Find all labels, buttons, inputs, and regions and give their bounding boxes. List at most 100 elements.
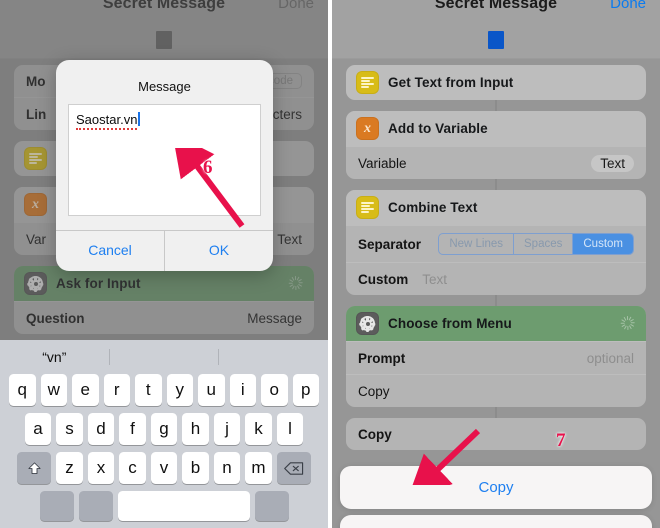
shift-key[interactable] <box>17 452 52 484</box>
emoji-key[interactable] <box>78 491 113 521</box>
key-s[interactable]: s <box>56 413 83 445</box>
mode-label: Mo <box>26 73 46 89</box>
backspace-icon <box>283 461 303 475</box>
prediction-slot-1[interactable]: “vn” <box>0 349 109 365</box>
prompt-label: Prompt <box>358 350 406 366</box>
right-navbar: Secret Message Done <box>332 0 660 22</box>
custom-row[interactable]: Custom Text <box>346 262 646 295</box>
left-navbar: Secret Message Done <box>0 0 328 22</box>
cancel-button[interactable]: Cancel <box>56 231 164 271</box>
key-v[interactable]: v <box>150 452 178 484</box>
segment-spaces[interactable]: Spaces <box>514 234 574 254</box>
copy-branch-row[interactable]: Copy <box>346 418 646 450</box>
keyboard-row-4 <box>0 491 328 521</box>
sheet-cancel-button[interactable]: Cancel <box>340 515 652 528</box>
dialog-title: Message <box>138 79 191 94</box>
add-to-variable-card[interactable]: x Add to Variable Variable Text <box>346 111 646 179</box>
separator-segmented-control[interactable]: New Lines Spaces Custom <box>438 233 634 255</box>
done-button[interactable]: Done <box>278 0 314 11</box>
key-l[interactable]: l <box>276 413 304 445</box>
variable-label: Variable <box>358 155 407 171</box>
line-label: Lin <box>26 106 47 122</box>
text-lines-icon <box>24 147 47 170</box>
key-b[interactable]: b <box>182 452 209 484</box>
action-title: Combine Text <box>388 200 478 215</box>
menu-item-label: Copy <box>358 383 390 399</box>
prediction-divider <box>218 349 220 365</box>
choose-from-menu-header[interactable]: Choose from Menu <box>346 306 646 341</box>
variable-value: Text <box>277 231 302 247</box>
key-u[interactable]: u <box>198 374 225 406</box>
key-o[interactable]: o <box>261 374 288 406</box>
custom-label: Custom <box>358 271 409 287</box>
sheet-copy-button[interactable]: Copy <box>340 466 652 509</box>
action-title: Add to Variable <box>388 121 488 136</box>
ask-for-input-card[interactable]: Ask for Input Question Message <box>14 266 314 334</box>
text-lines-icon <box>356 196 379 219</box>
right-phone-screen: Secret Message Done Get Text from Input <box>332 0 660 528</box>
question-value: Message <box>247 310 302 326</box>
key-m[interactable]: m <box>245 452 272 484</box>
copy-branch-card[interactable]: Copy <box>346 418 646 450</box>
keyboard-row-1: q w e r t y u i o p <box>0 374 328 406</box>
key-x[interactable]: x <box>87 452 115 484</box>
key-y[interactable]: y <box>166 374 193 406</box>
ok-button[interactable]: OK <box>164 231 273 271</box>
copy-branch-label: Copy <box>358 426 392 442</box>
key-i[interactable]: i <box>229 374 256 406</box>
prompt-placeholder: optional <box>586 350 634 366</box>
ask-for-input-header[interactable]: Ask for Input <box>14 266 314 301</box>
combine-text-card[interactable]: Combine Text Separator New Lines Spaces … <box>346 190 646 295</box>
choose-from-menu-card[interactable]: Choose from Menu Prompt optional Copy <box>346 306 646 407</box>
key-p[interactable]: p <box>292 374 319 406</box>
left-shortcut-icon-area <box>0 22 328 59</box>
key-e[interactable]: e <box>72 374 99 406</box>
left-phone-screen: Secret Message Done Mo ecode Lin acters <box>0 0 328 528</box>
right-action-list: Get Text from Input x Add to Variable Va… <box>332 59 660 528</box>
key-f[interactable]: f <box>119 413 146 445</box>
key-g[interactable]: g <box>150 413 178 445</box>
message-dialog: Message Saostar.vn Cancel OK <box>56 60 273 271</box>
segment-custom[interactable]: Custom <box>573 234 633 254</box>
predictive-text-bar[interactable]: “vn” <box>0 340 328 374</box>
key-z[interactable]: z <box>56 452 83 484</box>
variable-label: Var <box>26 231 47 247</box>
action-title: Get Text from Input <box>388 75 514 90</box>
keyboard-row-2: a s d f g h j k l <box>0 413 328 445</box>
backspace-key[interactable] <box>276 452 311 484</box>
combine-text-header[interactable]: Combine Text <box>346 190 646 225</box>
done-button[interactable]: Done <box>610 0 646 11</box>
menu-item-row[interactable]: Copy <box>346 374 646 407</box>
key-t[interactable]: t <box>135 374 162 406</box>
key-q[interactable]: q <box>9 374 36 406</box>
custom-placeholder: Text <box>422 271 448 287</box>
page-title: Secret Message <box>434 0 558 12</box>
numbers-key[interactable] <box>39 491 74 521</box>
segment-new-lines[interactable]: New Lines <box>439 234 515 254</box>
get-text-from-input-header[interactable]: Get Text from Input <box>346 65 646 100</box>
card-connector <box>495 295 497 306</box>
add-to-variable-header[interactable]: x Add to Variable <box>346 111 646 146</box>
loading-spinner-icon <box>287 275 303 290</box>
key-k[interactable]: k <box>245 413 272 445</box>
key-j[interactable]: j <box>213 413 241 445</box>
question-row[interactable]: Question Message <box>14 301 314 334</box>
key-w[interactable]: w <box>40 374 67 406</box>
onscreen-keyboard[interactable]: “vn” q w e r t y u i o p a s d f g h j k… <box>0 340 328 528</box>
key-a[interactable]: a <box>24 413 52 445</box>
space-key[interactable] <box>117 491 250 521</box>
prompt-row[interactable]: Prompt optional <box>346 341 646 374</box>
key-c[interactable]: c <box>119 452 146 484</box>
key-r[interactable]: r <box>103 374 130 406</box>
key-h[interactable]: h <box>182 413 209 445</box>
variable-row[interactable]: Variable Text <box>346 146 646 179</box>
key-d[interactable]: d <box>87 413 115 445</box>
key-n[interactable]: n <box>213 452 241 484</box>
shortcut-glyph-icon <box>156 31 172 49</box>
get-text-from-input-card[interactable]: Get Text from Input <box>346 65 646 100</box>
message-input[interactable]: Saostar.vn <box>68 104 261 216</box>
variable-value[interactable]: Text <box>591 154 634 172</box>
return-key[interactable] <box>254 491 289 521</box>
page-title: Secret Message <box>102 0 226 12</box>
message-input-text: Saostar.vn <box>76 112 140 130</box>
